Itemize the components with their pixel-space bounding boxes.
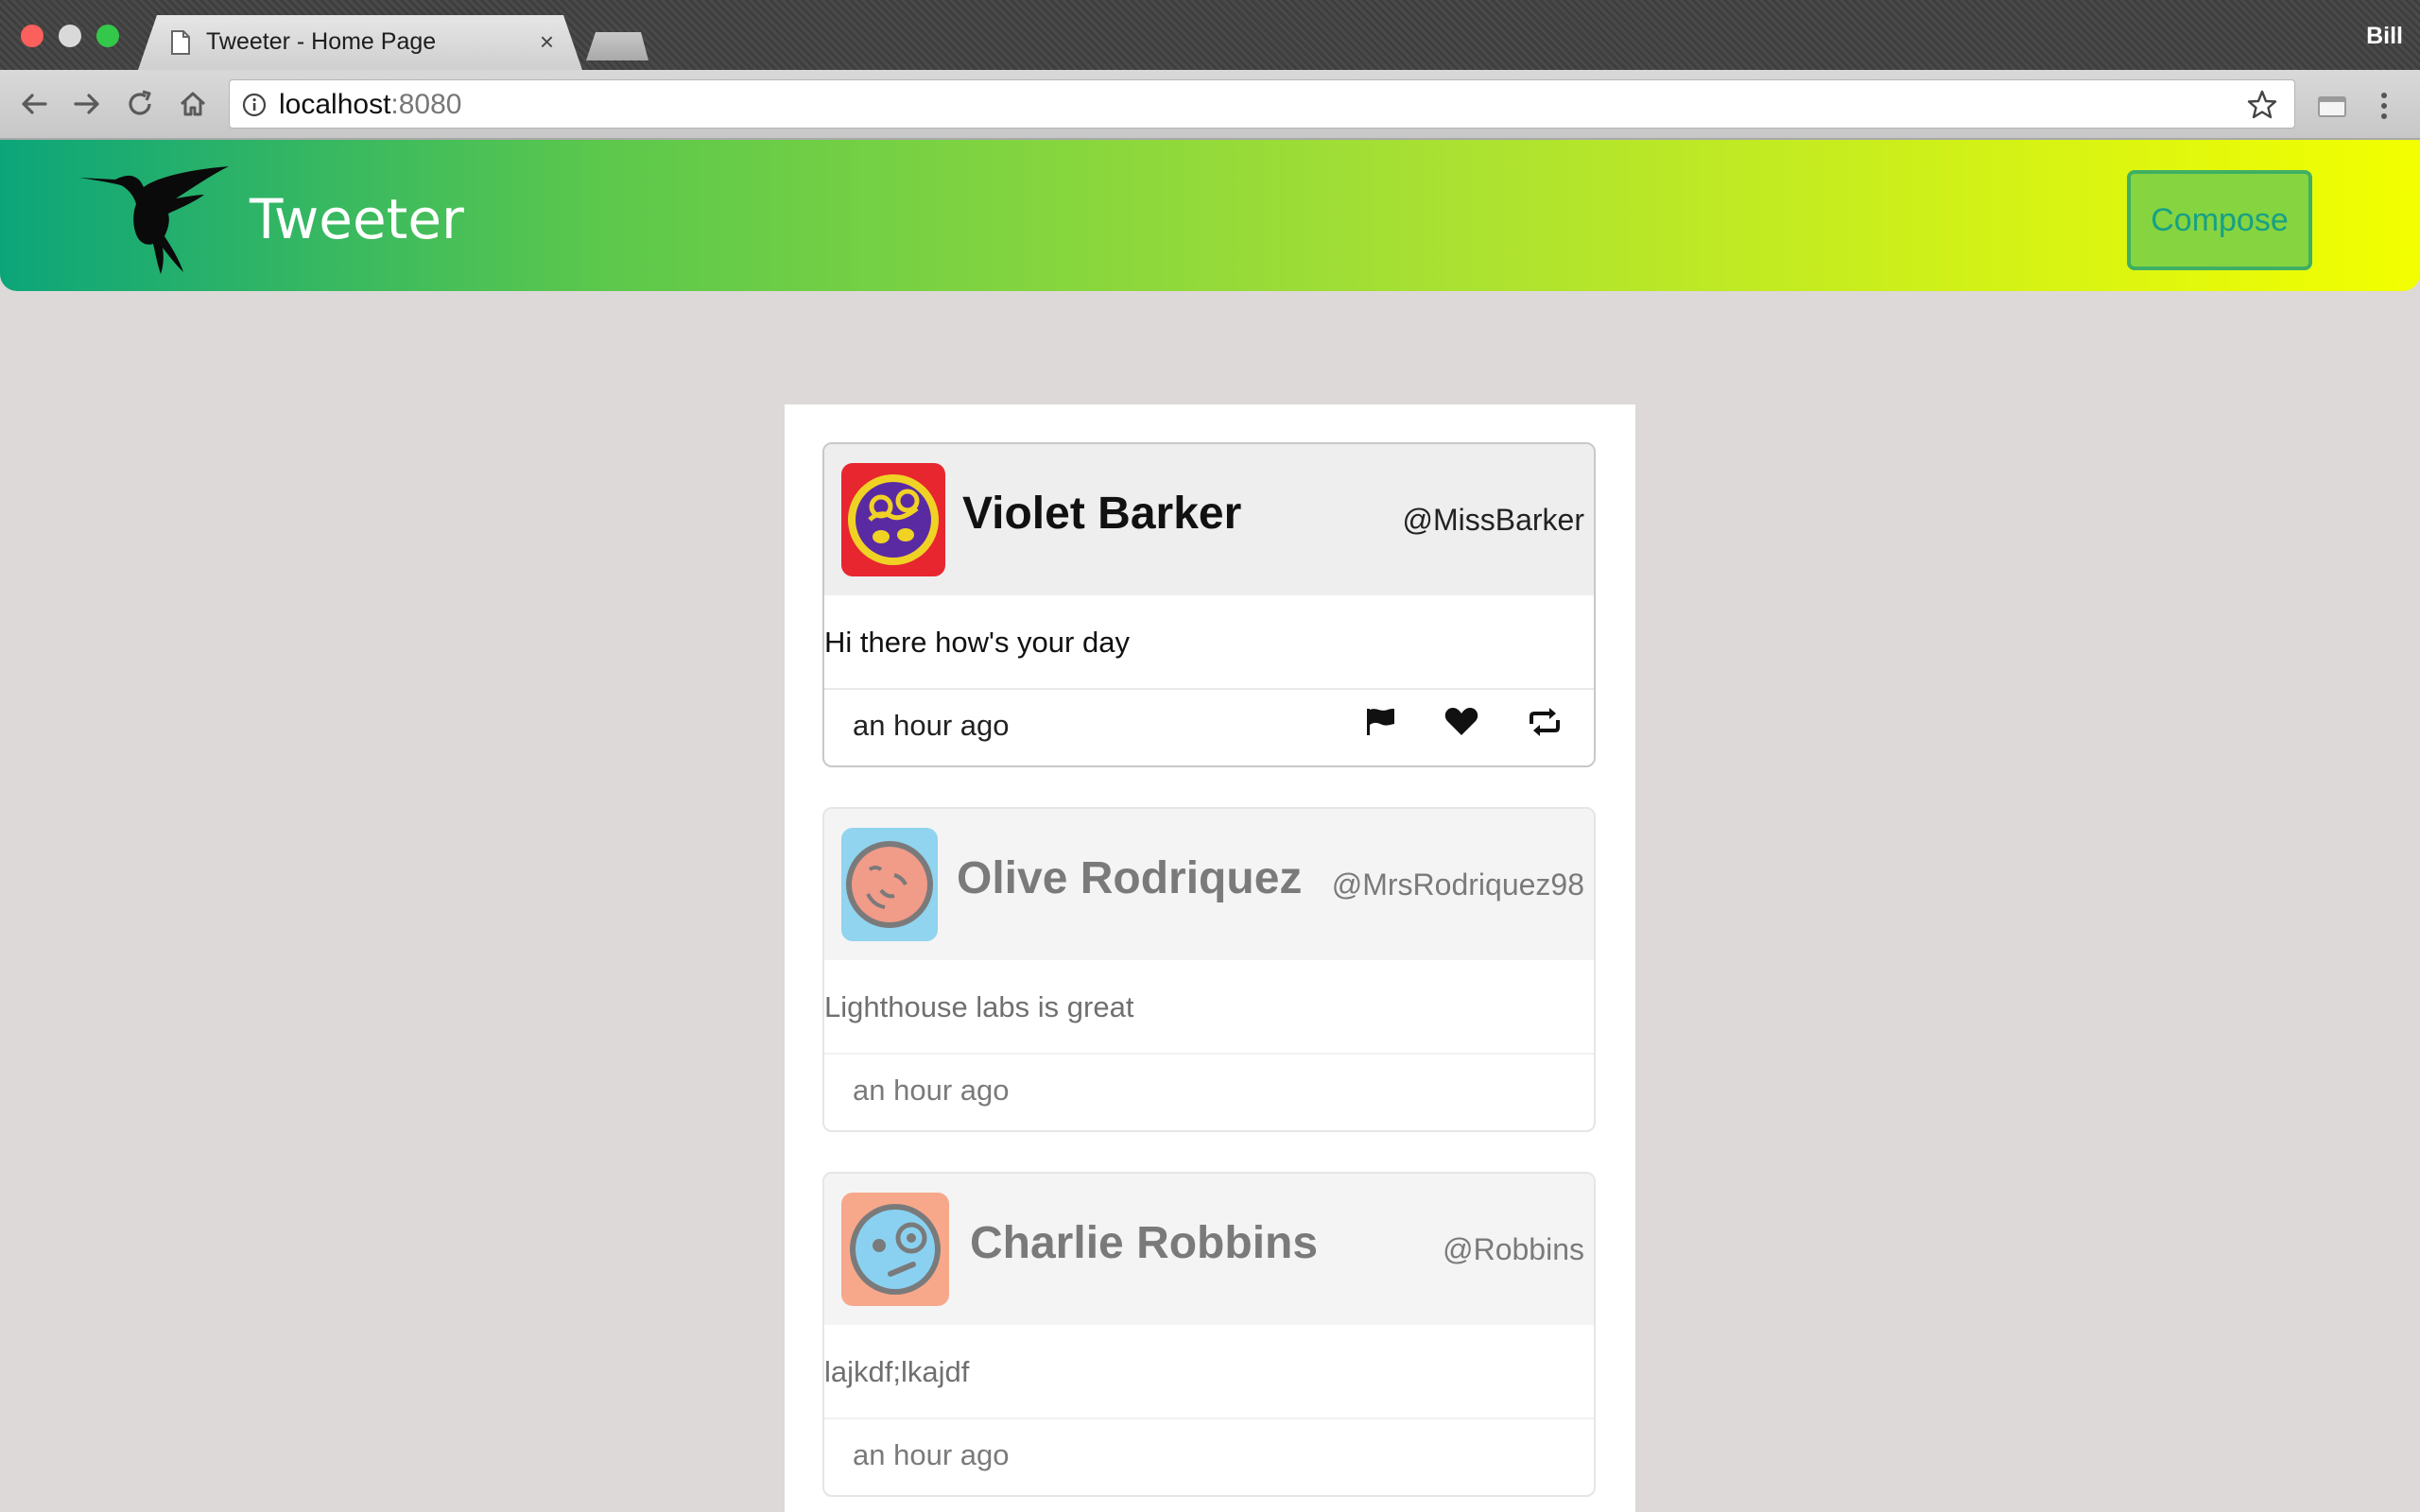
browser-tab-active[interactable]: Tweeter - Home Page × — [138, 15, 582, 70]
tweet-footer: an hour ago — [824, 1419, 1594, 1493]
user-handle: @MissBarker — [1402, 503, 1585, 537]
tweet-card: Violet Barker @MissBarker Hi there how's… — [822, 442, 1596, 767]
url-text[interactable]: localhost:8080 — [279, 89, 461, 121]
tweet-text: Lighthouse labs is great — [824, 960, 1594, 1055]
tab-title: Tweeter - Home Page — [206, 28, 437, 55]
home-icon[interactable] — [174, 85, 212, 123]
avatar — [841, 828, 938, 941]
tweet-timestamp: an hour ago — [853, 709, 1010, 742]
address-bar[interactable]: localhost:8080 — [229, 79, 2295, 129]
tweet-timestamp: an hour ago — [853, 1074, 1010, 1107]
info-icon[interactable] — [241, 92, 268, 118]
tweet-timestamp: an hour ago — [853, 1438, 1010, 1471]
tweet-footer: an hour ago — [824, 1055, 1594, 1128]
retweet-icon[interactable] — [1526, 703, 1564, 741]
tweet-footer: an hour ago — [824, 690, 1594, 764]
hummingbird-logo-icon — [79, 166, 229, 274]
tweet-card: Charlie Robbins @Robbins lajkdf;lkajdf a… — [822, 1172, 1596, 1497]
browser-toolbar: localhost:8080 — [0, 70, 2420, 140]
display-name: Olive Rodriquez — [957, 853, 1303, 903]
tweet-card: Olive Rodriquez @MrsRodriquez98 Lighthou… — [822, 807, 1596, 1132]
heart-icon[interactable] — [1443, 703, 1480, 741]
maximize-window-button[interactable] — [96, 25, 119, 47]
minimize-window-button[interactable] — [59, 25, 81, 47]
back-icon[interactable] — [15, 85, 53, 123]
avatar — [841, 463, 945, 576]
display-name: Violet Barker — [962, 489, 1242, 539]
more-menu-icon[interactable] — [2377, 89, 2392, 123]
user-handle: @Robbins — [1443, 1232, 1584, 1266]
extension-icon[interactable] — [2318, 96, 2346, 117]
tweet-header: Charlie Robbins @Robbins — [824, 1174, 1594, 1325]
forward-icon[interactable] — [68, 85, 106, 123]
app-header: Tweeter Compose — [0, 140, 2420, 291]
tweet-header: Olive Rodriquez @MrsRodriquez98 — [824, 809, 1594, 960]
user-handle: @MrsRodriquez98 — [1331, 868, 1584, 902]
display-name: Charlie Robbins — [970, 1218, 1319, 1268]
avatar — [841, 1193, 949, 1306]
browser-titlebar: Tweeter - Home Page × Bill — [0, 0, 2420, 70]
profile-name[interactable]: Bill — [2366, 23, 2403, 50]
compose-button[interactable]: Compose — [2127, 170, 2312, 270]
app-title: Tweeter — [250, 187, 464, 251]
bookmark-star-icon[interactable] — [2245, 88, 2279, 122]
tweet-header: Violet Barker @MissBarker — [824, 444, 1594, 595]
new-tab-button[interactable] — [586, 32, 648, 60]
close-window-button[interactable] — [21, 25, 43, 47]
reload-icon[interactable] — [121, 85, 159, 123]
tab-close-icon[interactable]: × — [540, 27, 554, 57]
tweet-feed: Violet Barker @MissBarker Hi there how's… — [785, 404, 1635, 1512]
page-icon — [170, 30, 191, 55]
flag-icon[interactable] — [1361, 703, 1399, 741]
tweet-text: Hi there how's your day — [824, 595, 1594, 690]
tweet-text: lajkdf;lkajdf — [824, 1325, 1594, 1419]
